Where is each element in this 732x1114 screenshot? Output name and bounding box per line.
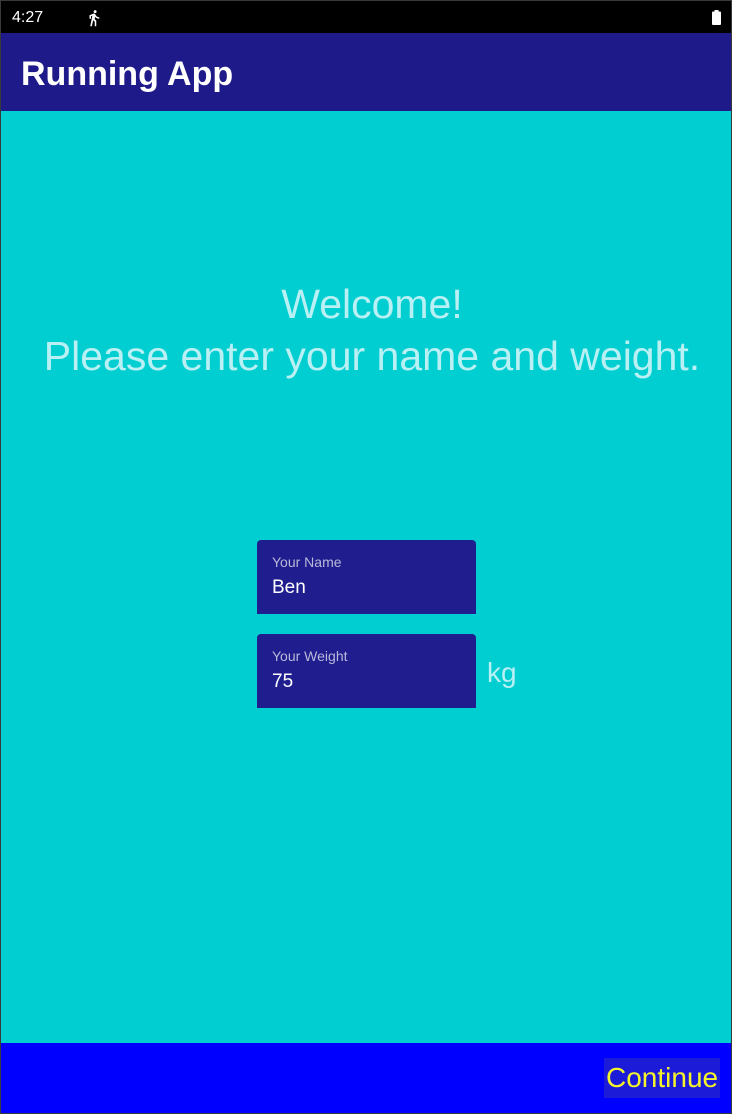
welcome-heading: Welcome! — [281, 281, 463, 327]
device-screen: 4:27 Running App Welcome! Please enter y… — [0, 0, 732, 1114]
app-bar: Running App — [1, 33, 731, 111]
continue-button[interactable]: Continue — [604, 1058, 721, 1098]
welcome-message: Welcome! Please enter your name and weig… — [1, 278, 731, 382]
battery-icon — [712, 10, 721, 25]
welcome-instruction: Please enter your name and weight. — [43, 333, 701, 379]
name-field-label: Your Name — [272, 554, 342, 570]
weight-field[interactable]: Your Weight — [257, 634, 476, 708]
running-icon — [89, 10, 100, 27]
weight-input[interactable] — [272, 670, 462, 694]
name-input[interactable] — [272, 576, 462, 600]
name-field[interactable]: Your Name — [257, 540, 476, 614]
status-bar: 4:27 — [1, 1, 731, 33]
status-time: 4:27 — [12, 9, 44, 26]
bottom-bar: Continue — [1, 1043, 731, 1113]
app-title: Running App — [21, 55, 234, 93]
weight-field-label: Your Weight — [272, 648, 348, 664]
weight-unit-label: kg — [487, 657, 517, 688]
